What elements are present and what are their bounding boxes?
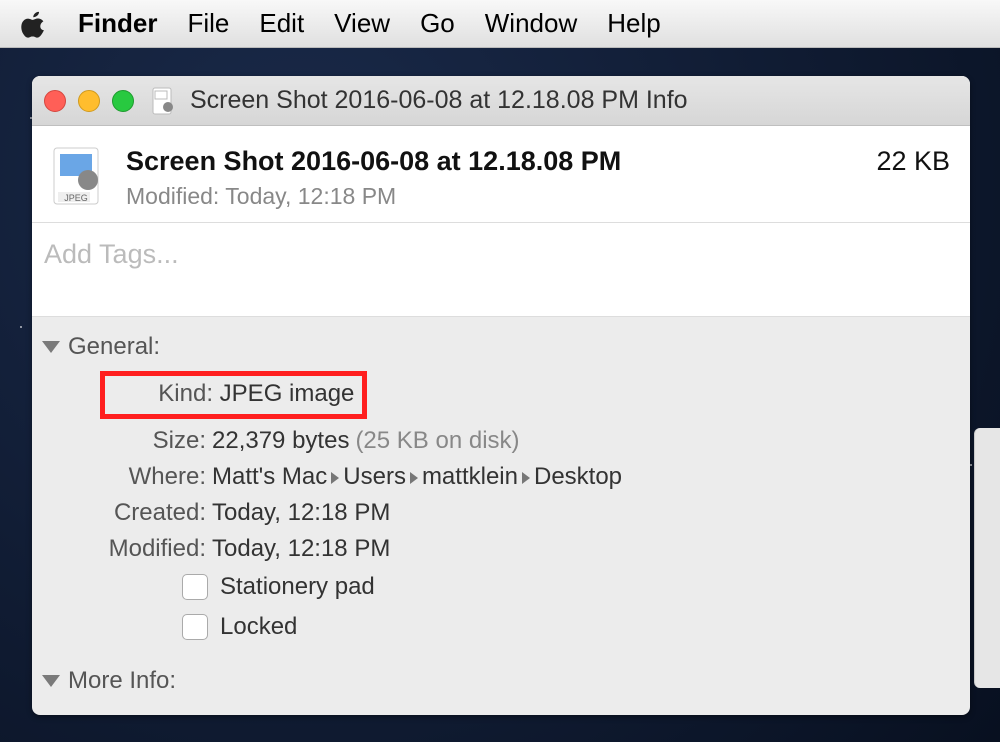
path-separator-icon: [331, 472, 339, 484]
menubar: Finder File Edit View Go Window Help: [0, 0, 1000, 48]
file-preview-icon: JPEG: [52, 146, 108, 206]
path-separator-icon: [410, 472, 418, 484]
close-button[interactable]: [44, 90, 66, 112]
file-header: JPEG Screen Shot 2016-06-08 at 12.18.08 …: [32, 126, 970, 223]
menu-window[interactable]: Window: [485, 8, 577, 39]
tags-input[interactable]: [32, 223, 970, 316]
window-title: Screen Shot 2016-06-08 at 12.18.08 PM In…: [190, 86, 688, 115]
stationery-row: Stationery pad: [42, 567, 960, 607]
size-row: Size: 22,379 bytes (25 KB on disk): [42, 423, 960, 459]
menubar-app-name[interactable]: Finder: [78, 8, 157, 39]
menu-help[interactable]: Help: [607, 8, 660, 39]
more-info-disclosure[interactable]: More Info:: [42, 661, 960, 701]
svg-text:JPEG: JPEG: [64, 193, 88, 203]
background-window-hint: [974, 428, 1000, 688]
general-disclosure[interactable]: General:: [42, 327, 960, 367]
chevron-down-icon: [42, 341, 60, 353]
path-separator-icon: [522, 472, 530, 484]
locked-row: Locked: [42, 607, 960, 647]
general-label: General:: [68, 333, 160, 361]
desktop: Screen Shot 2016-06-08 at 12.18.08 PM In…: [0, 48, 1000, 742]
minimize-button[interactable]: [78, 90, 100, 112]
chevron-down-icon: [42, 675, 60, 687]
created-row: Created: Today, 12:18 PM: [42, 495, 960, 531]
modified-subtitle: Modified: Today, 12:18 PM: [126, 183, 858, 210]
stationery-label: Stationery pad: [220, 573, 375, 601]
filesize: 22 KB: [876, 146, 950, 177]
kind-highlight: Kind: JPEG image: [100, 371, 367, 419]
filename[interactable]: Screen Shot 2016-06-08 at 12.18.08 PM: [126, 146, 858, 177]
where-row: Where: Matt's MacUsersmattkleinDesktop: [42, 459, 960, 495]
more-info-label: More Info:: [68, 667, 176, 695]
modified-row: Modified: Today, 12:18 PM: [42, 531, 960, 567]
kind-row: Kind: JPEG image: [42, 367, 960, 423]
tags-section: [32, 223, 970, 317]
stationery-checkbox[interactable]: [182, 574, 208, 600]
zoom-button[interactable]: [112, 90, 134, 112]
proxy-icon[interactable]: [152, 87, 176, 115]
titlebar[interactable]: Screen Shot 2016-06-08 at 12.18.08 PM In…: [32, 76, 970, 126]
menu-file[interactable]: File: [187, 8, 229, 39]
general-section: General: Kind: JPEG image Size: 22,379 b…: [32, 317, 970, 651]
window-controls: [44, 90, 134, 112]
menu-go[interactable]: Go: [420, 8, 455, 39]
menu-edit[interactable]: Edit: [259, 8, 304, 39]
locked-checkbox[interactable]: [182, 614, 208, 640]
menu-view[interactable]: View: [334, 8, 390, 39]
more-info-section: More Info:: [32, 651, 970, 715]
info-window: Screen Shot 2016-06-08 at 12.18.08 PM In…: [32, 76, 970, 715]
locked-label: Locked: [220, 613, 297, 641]
apple-logo-icon[interactable]: [20, 10, 48, 38]
